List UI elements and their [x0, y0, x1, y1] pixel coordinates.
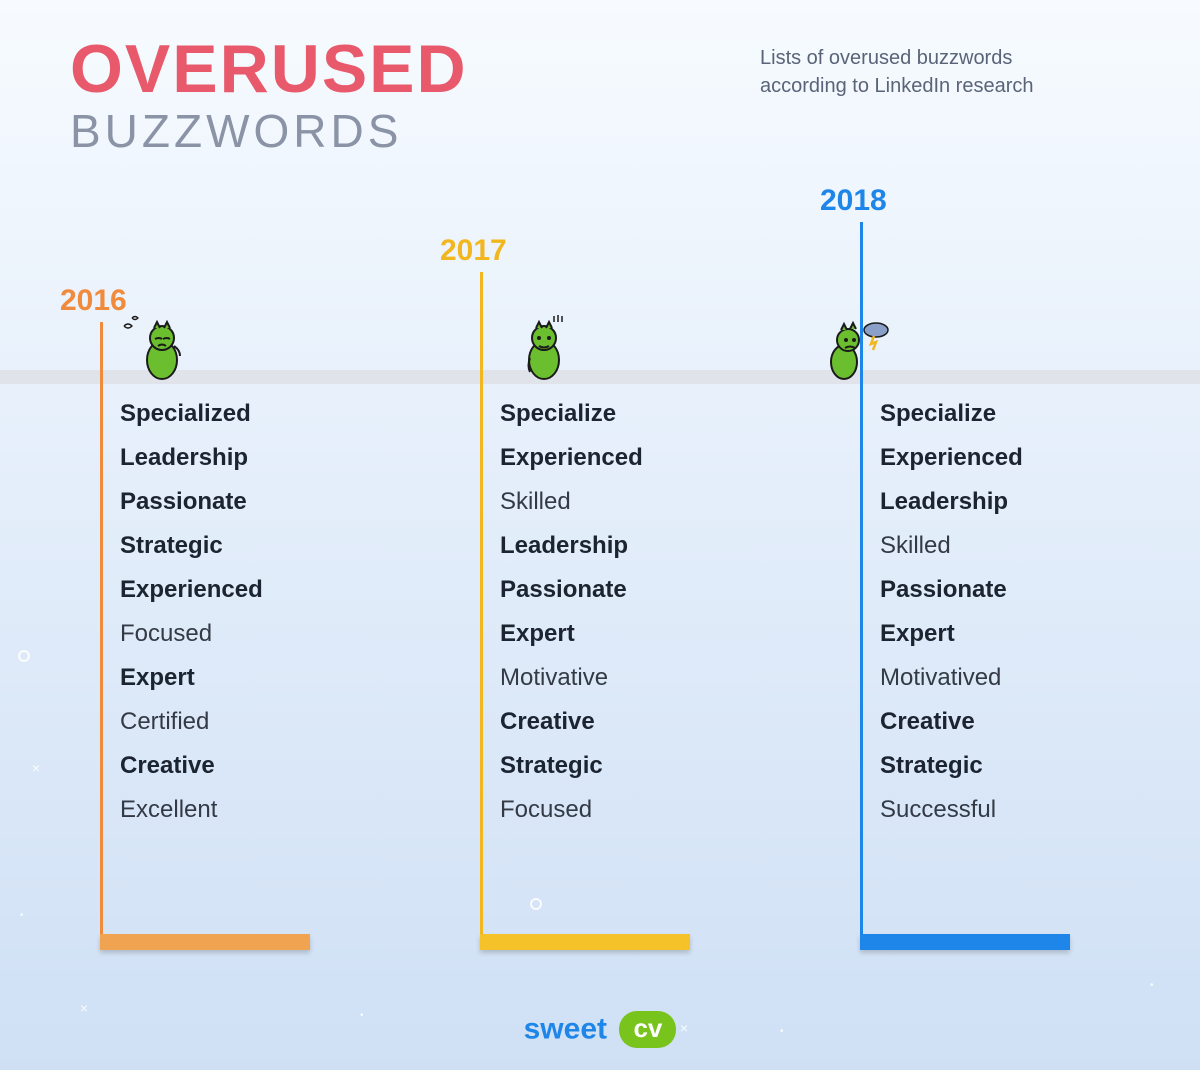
buzzword: Excellent: [120, 796, 263, 824]
buzzword: Motivative: [500, 664, 643, 692]
buzzword: Certified: [120, 708, 263, 736]
buzzword: Focused: [500, 796, 643, 824]
buzzword: Creative: [880, 708, 1023, 736]
column-stem: [100, 322, 103, 934]
buzzword: Specialize: [500, 400, 643, 428]
buzzword: Creative: [120, 752, 263, 780]
columns-wrap: 2016 Specialized Leadership Passionate S…: [0, 0, 1200, 1070]
buzzword: Motivatived: [880, 664, 1023, 692]
buzzword: Expert: [120, 664, 263, 692]
buzzword: Passionate: [500, 576, 643, 604]
year-label: 2017: [440, 234, 507, 268]
buzzword: Specialize: [880, 400, 1023, 428]
buzzword: Expert: [500, 620, 643, 648]
year-label: 2016: [60, 284, 127, 318]
buzzword: Strategic: [880, 752, 1023, 780]
logo-text: sweet: [524, 1013, 607, 1046]
logo-badge: cv: [619, 1011, 676, 1048]
column-footbar: [100, 934, 310, 950]
word-list: Specialize Experienced Skilled Leadershi…: [500, 400, 643, 824]
buzzword: Successful: [880, 796, 1023, 824]
buzzword: Expert: [880, 620, 1023, 648]
mascot-icon: [510, 318, 574, 382]
column-footbar: [860, 934, 1070, 950]
buzzword: Skilled: [880, 532, 1023, 560]
mascot-icon: [130, 318, 194, 382]
buzzword: Passionate: [120, 488, 263, 516]
buzzword: Creative: [500, 708, 643, 736]
buzzword: Strategic: [500, 752, 643, 780]
buzzword: Focused: [120, 620, 263, 648]
mascot-icon: [826, 318, 890, 382]
buzzword: Leadership: [120, 444, 263, 472]
buzzword: Skilled: [500, 488, 643, 516]
word-list: Specialize Experienced Leadership Skille…: [880, 400, 1023, 824]
column-footbar: [480, 934, 690, 950]
buzzword: Passionate: [880, 576, 1023, 604]
word-list: Specialized Leadership Passionate Strate…: [120, 400, 263, 824]
buzzword: Experienced: [500, 444, 643, 472]
buzzword: Specialized: [120, 400, 263, 428]
column-stem: [480, 272, 483, 934]
buzzword: Leadership: [880, 488, 1023, 516]
buzzword: Leadership: [500, 532, 643, 560]
brand-logo: sweet cv: [0, 1011, 1200, 1048]
year-label: 2018: [820, 184, 887, 218]
buzzword: Experienced: [120, 576, 263, 604]
buzzword: Experienced: [880, 444, 1023, 472]
buzzword: Strategic: [120, 532, 263, 560]
